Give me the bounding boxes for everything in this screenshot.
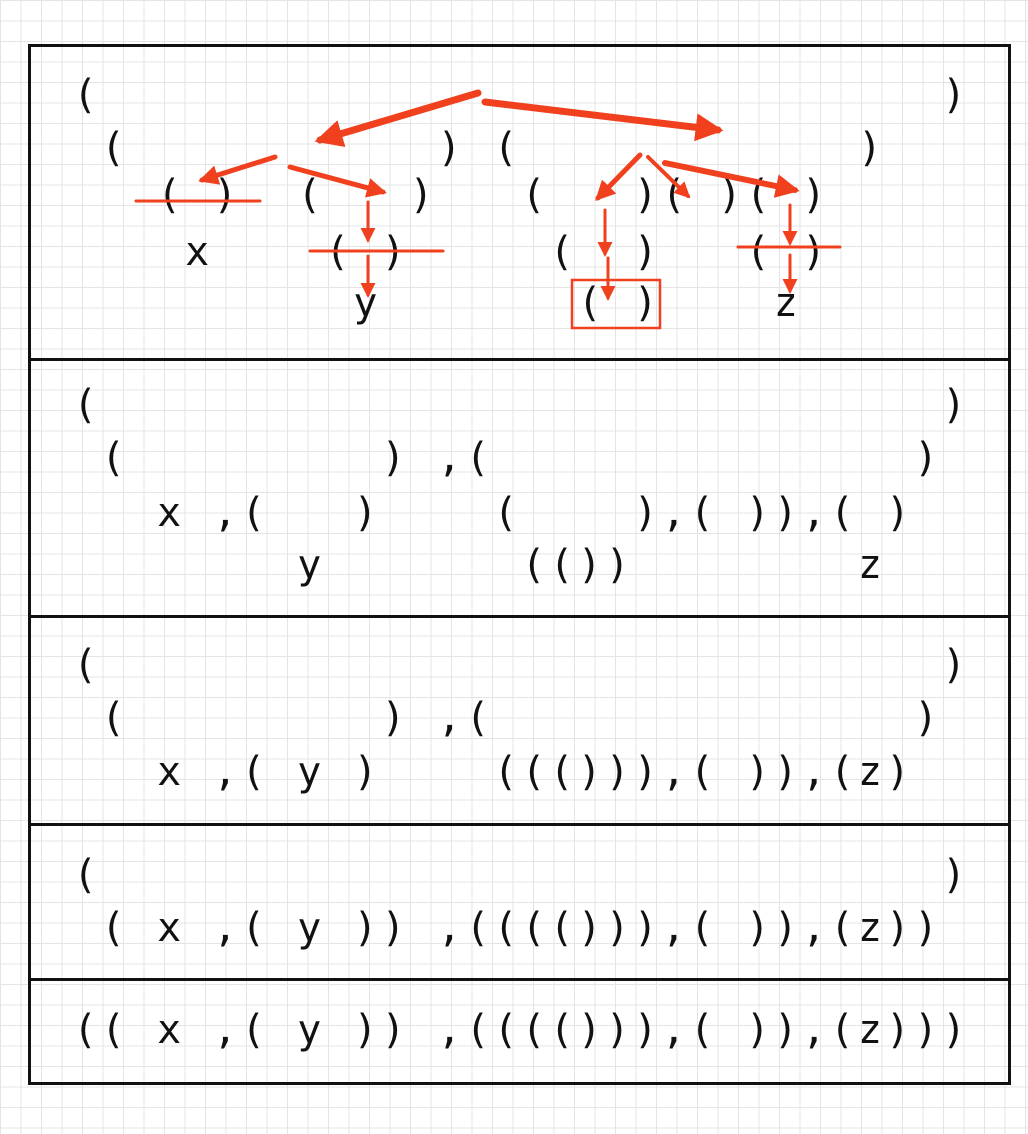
annotation-overlay — [134, 89, 842, 330]
arrow-right-3 — [662, 160, 800, 198]
arrow-root-right — [481, 98, 724, 142]
arrow-right-1 — [595, 152, 643, 201]
arrow-left-x — [198, 154, 278, 185]
arrow-root-left — [314, 89, 482, 148]
highlight-box — [570, 278, 662, 330]
arrow-left-y — [287, 164, 387, 198]
